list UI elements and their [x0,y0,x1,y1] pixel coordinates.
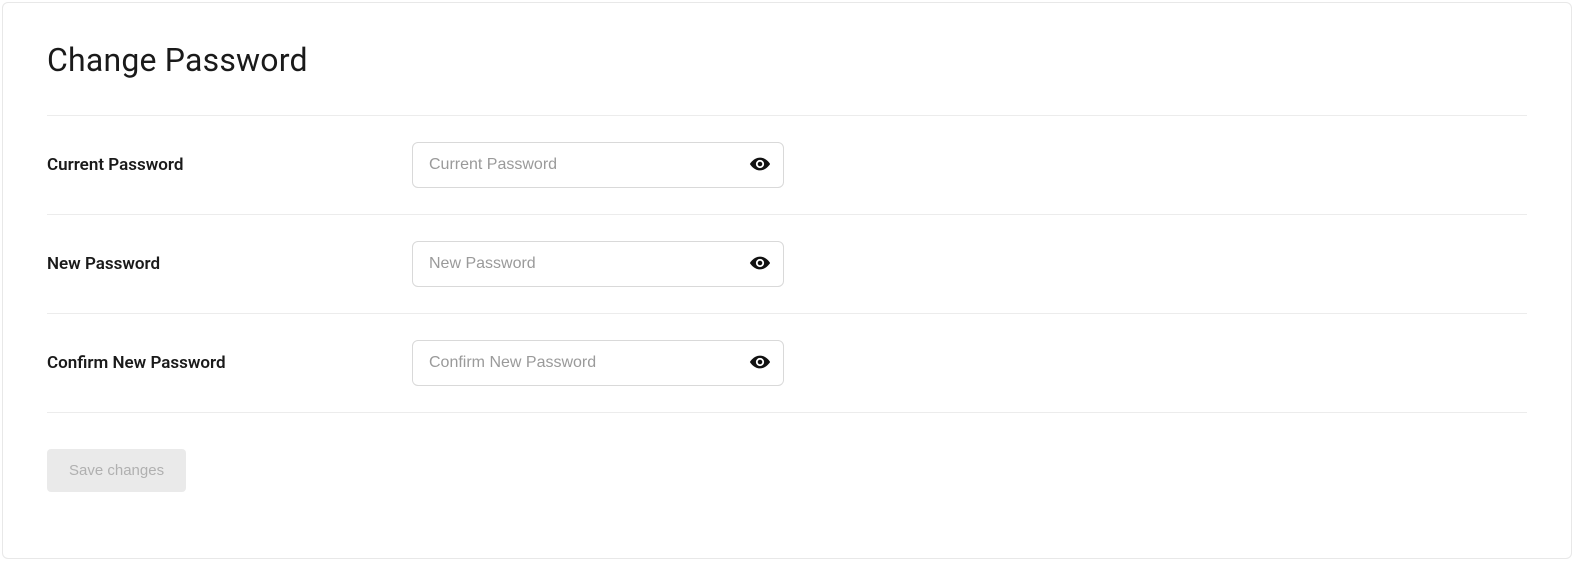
current-password-row: Current Password [47,116,1527,214]
confirm-password-row: Confirm New Password [47,314,1527,412]
eye-icon [749,252,771,277]
current-password-label: Current Password [47,155,412,175]
confirm-password-label: Confirm New Password [47,353,412,373]
current-password-input[interactable] [412,142,784,188]
current-password-input-wrap [412,142,784,188]
save-changes-button[interactable]: Save changes [47,449,186,492]
confirm-password-input[interactable] [412,340,784,386]
new-password-input[interactable] [412,241,784,287]
toggle-confirm-password-visibility[interactable] [746,349,774,377]
eye-icon [749,351,771,376]
new-password-row: New Password [47,215,1527,313]
eye-icon [749,153,771,178]
page-title: Change Password [47,41,1527,79]
new-password-input-wrap [412,241,784,287]
new-password-label: New Password [47,254,412,274]
toggle-new-password-visibility[interactable] [746,250,774,278]
divider [47,412,1527,413]
change-password-card: Change Password Current Password New Pas… [2,2,1572,559]
form-actions: Save changes [47,449,1527,492]
toggle-current-password-visibility[interactable] [746,151,774,179]
confirm-password-input-wrap [412,340,784,386]
